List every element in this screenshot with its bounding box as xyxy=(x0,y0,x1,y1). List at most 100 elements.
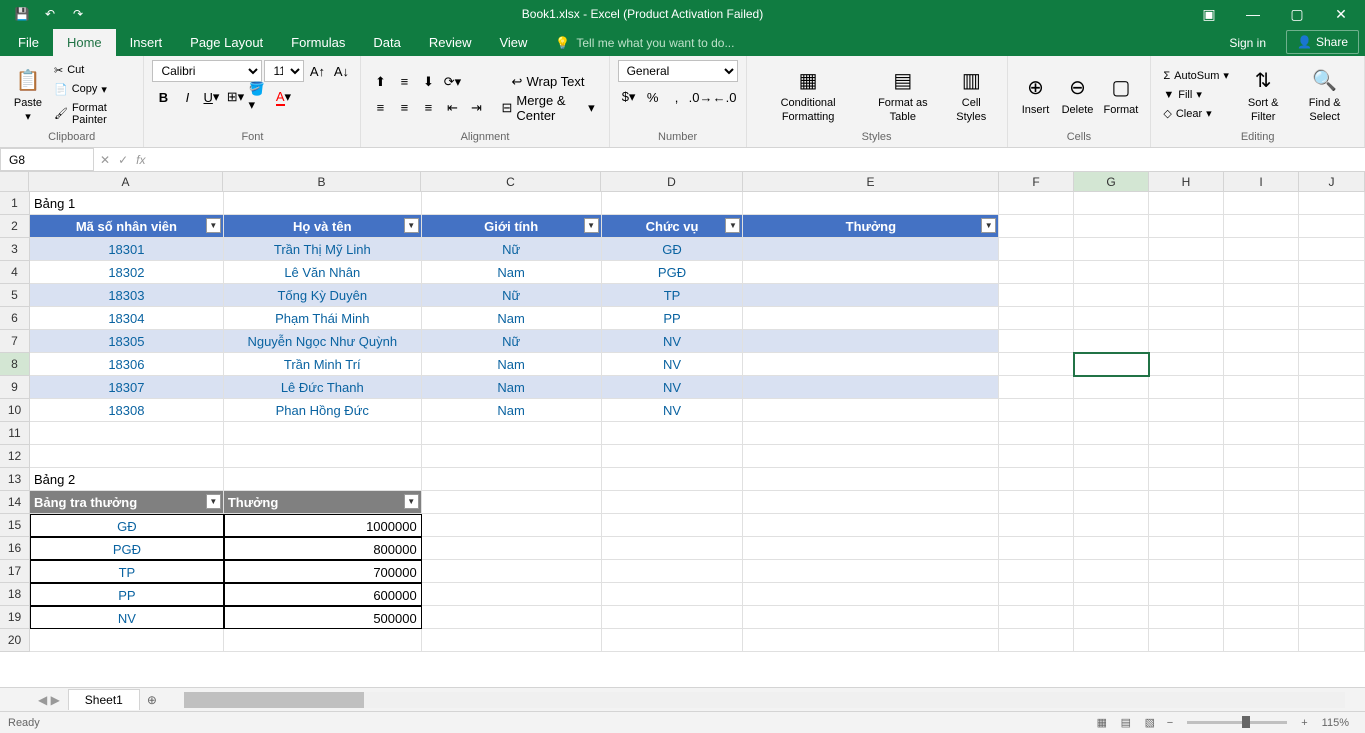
filter-dropdown-icon[interactable]: ▼ xyxy=(725,218,740,233)
cell[interactable] xyxy=(1149,560,1224,583)
cell[interactable] xyxy=(1149,514,1224,537)
cell[interactable] xyxy=(999,261,1074,284)
tab-home[interactable]: Home xyxy=(53,29,116,56)
row-header[interactable]: 5 xyxy=(0,284,30,307)
column-header-C[interactable]: C xyxy=(421,172,601,191)
align-left-icon[interactable]: ≡ xyxy=(369,97,391,119)
cell[interactable]: NV xyxy=(602,330,744,353)
cell[interactable] xyxy=(1074,583,1149,606)
cell[interactable]: NV xyxy=(602,399,744,422)
cell[interactable] xyxy=(1149,445,1224,468)
cell[interactable] xyxy=(602,560,744,583)
cell-styles-button[interactable]: ▥Cell Styles xyxy=(944,63,999,125)
column-header-E[interactable]: E xyxy=(743,172,999,191)
filter-dropdown-icon[interactable]: ▼ xyxy=(584,218,599,233)
page-break-view-icon[interactable]: ▧ xyxy=(1139,714,1161,732)
cell[interactable] xyxy=(743,606,999,629)
cell[interactable] xyxy=(1299,445,1365,468)
row-header[interactable]: 7 xyxy=(0,330,30,353)
cell[interactable] xyxy=(743,307,999,330)
cell[interactable] xyxy=(1299,376,1365,399)
cell[interactable] xyxy=(422,192,602,215)
cell[interactable]: NV xyxy=(602,376,744,399)
cell[interactable] xyxy=(1299,307,1365,330)
cell[interactable] xyxy=(422,468,602,491)
cell[interactable] xyxy=(1149,353,1224,376)
cell[interactable] xyxy=(1224,514,1299,537)
row-header[interactable]: 12 xyxy=(0,445,30,468)
cell[interactable]: Nam xyxy=(422,353,602,376)
cell[interactable] xyxy=(1224,307,1299,330)
cell[interactable] xyxy=(1074,192,1149,215)
cell[interactable] xyxy=(1299,468,1365,491)
cell[interactable] xyxy=(1224,215,1299,238)
cell[interactable] xyxy=(743,376,999,399)
column-header-F[interactable]: F xyxy=(999,172,1074,191)
cut-button[interactable]: ✂Cut xyxy=(50,62,135,79)
cell[interactable] xyxy=(1224,330,1299,353)
zoom-level[interactable]: 115% xyxy=(1314,717,1357,729)
cell[interactable] xyxy=(1299,261,1365,284)
sheet-tab[interactable]: Sheet1 xyxy=(68,689,140,710)
cell[interactable]: Nam xyxy=(422,307,602,330)
cell[interactable] xyxy=(1074,491,1149,514)
enter-formula-icon[interactable]: ✓ xyxy=(118,153,128,167)
cell[interactable] xyxy=(1299,422,1365,445)
cell[interactable]: TP xyxy=(30,560,224,583)
cell[interactable] xyxy=(1224,399,1299,422)
currency-icon[interactable]: $▾ xyxy=(618,86,640,108)
find-select-button[interactable]: 🔍Find & Select xyxy=(1293,63,1356,125)
row-header[interactable]: 14 xyxy=(0,491,30,514)
cell[interactable] xyxy=(1149,284,1224,307)
cell[interactable] xyxy=(1074,445,1149,468)
cell[interactable]: GĐ xyxy=(30,514,224,537)
tab-insert[interactable]: Insert xyxy=(116,29,177,56)
cell[interactable] xyxy=(602,606,744,629)
font-color-button[interactable]: A▾ xyxy=(272,86,294,108)
cell[interactable] xyxy=(743,468,999,491)
row-header[interactable]: 2 xyxy=(0,215,30,238)
cell[interactable] xyxy=(602,537,744,560)
row-header[interactable]: 16 xyxy=(0,537,30,560)
cell[interactable] xyxy=(999,583,1074,606)
undo-icon[interactable]: ↶ xyxy=(40,4,60,24)
cell[interactable]: Nguyễn Ngọc Như Quỳnh xyxy=(224,330,422,353)
cell[interactable] xyxy=(743,583,999,606)
cell[interactable] xyxy=(1224,284,1299,307)
cell[interactable] xyxy=(743,422,999,445)
cell[interactable]: 600000 xyxy=(224,583,422,606)
cell[interactable] xyxy=(1149,307,1224,330)
tab-page-layout[interactable]: Page Layout xyxy=(176,29,277,56)
cell[interactable] xyxy=(1074,261,1149,284)
cell[interactable] xyxy=(422,514,602,537)
align-top-icon[interactable]: ⬆ xyxy=(369,71,391,93)
cell[interactable]: 18304 xyxy=(30,307,224,330)
cell[interactable] xyxy=(743,514,999,537)
cell[interactable] xyxy=(422,560,602,583)
filter-dropdown-icon[interactable]: ▼ xyxy=(206,494,221,509)
cell[interactable]: Bảng tra thưởng▼ xyxy=(30,491,224,514)
cell[interactable]: 18308 xyxy=(30,399,224,422)
percent-icon[interactable]: % xyxy=(642,86,664,108)
align-bottom-icon[interactable]: ⬇ xyxy=(417,71,439,93)
font-name-select[interactable]: Calibri xyxy=(152,60,262,82)
column-header-J[interactable]: J xyxy=(1299,172,1365,191)
cell[interactable] xyxy=(1149,238,1224,261)
cell[interactable] xyxy=(1299,491,1365,514)
tell-me-search[interactable]: 💡Tell me what you want to do... xyxy=(541,30,748,56)
decrease-font-icon[interactable]: A↓ xyxy=(330,60,352,82)
cell[interactable] xyxy=(999,238,1074,261)
cell[interactable] xyxy=(999,560,1074,583)
redo-icon[interactable]: ↷ xyxy=(68,4,88,24)
cell[interactable] xyxy=(224,422,422,445)
cell[interactable] xyxy=(422,491,602,514)
row-header[interactable]: 18 xyxy=(0,583,30,606)
increase-font-icon[interactable]: A↑ xyxy=(306,60,328,82)
cell[interactable] xyxy=(602,629,744,652)
cell[interactable] xyxy=(1149,215,1224,238)
column-header-A[interactable]: A xyxy=(29,172,223,191)
cell[interactable]: 800000 xyxy=(224,537,422,560)
cell[interactable] xyxy=(743,491,999,514)
filter-dropdown-icon[interactable]: ▼ xyxy=(206,218,221,233)
cell[interactable] xyxy=(422,537,602,560)
